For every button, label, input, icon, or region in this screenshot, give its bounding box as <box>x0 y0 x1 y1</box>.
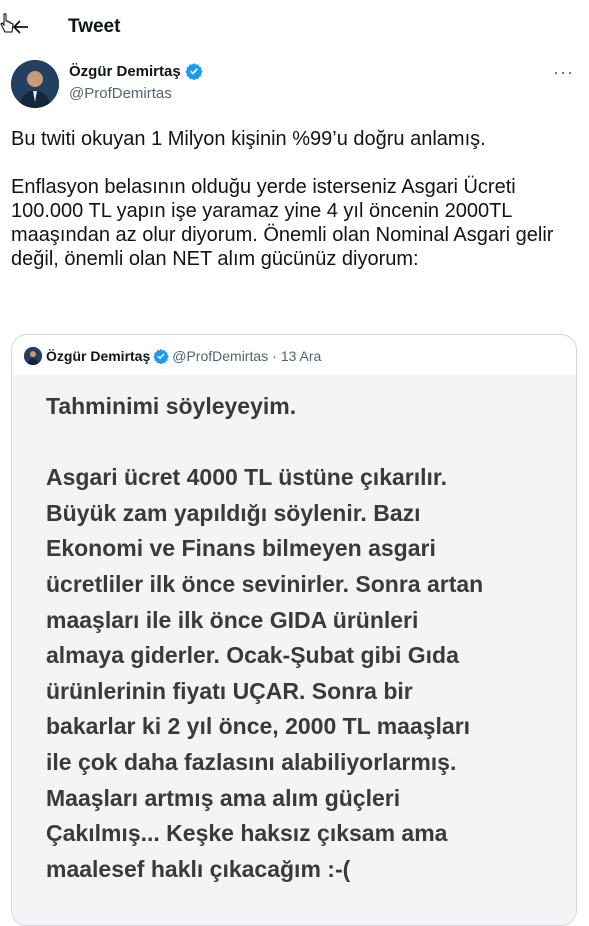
quoted-tweet-card[interactable]: Özgür Demirtaş @ProfDemirtas · 13 Ara Ta… <box>11 334 577 926</box>
verified-badge-icon <box>153 349 169 364</box>
back-button[interactable] <box>6 12 36 42</box>
author-name-text: Özgür Demirtaş <box>69 62 181 80</box>
profile-photo-icon <box>11 60 59 108</box>
quoted-tweet-image[interactable]: Tahminimi söyleyeyim. Asgari ücret 4000 … <box>12 375 576 925</box>
arrow-left-icon <box>12 20 28 34</box>
quoted-image-text: Tahminimi söyleyeyim. Asgari ücret 4000 … <box>46 393 484 882</box>
profile-photo-icon <box>24 347 42 365</box>
quoted-tweet-header: Özgür Demirtaş @ProfDemirtas · 13 Ara <box>24 347 321 365</box>
tweet-text: Bu twiti okuyan 1 Milyon kişinin %99’u d… <box>11 128 554 270</box>
quoted-tweet-date: 13 Ara <box>280 348 322 364</box>
separator-dot: · <box>272 348 277 364</box>
verified-badge-icon <box>185 63 203 80</box>
avatar[interactable] <box>11 60 59 108</box>
author-name[interactable]: Özgür Demirtaş <box>69 62 203 80</box>
author-handle[interactable]: @ProfDemirtas <box>69 85 172 102</box>
page-title: Tweet <box>68 16 121 37</box>
more-options-button[interactable]: ··· <box>553 62 574 83</box>
quoted-author-name: Özgür Demirtaş <box>46 348 151 364</box>
quoted-avatar <box>24 347 42 365</box>
quoted-author-handle: @ProfDemirtas <box>172 348 269 364</box>
